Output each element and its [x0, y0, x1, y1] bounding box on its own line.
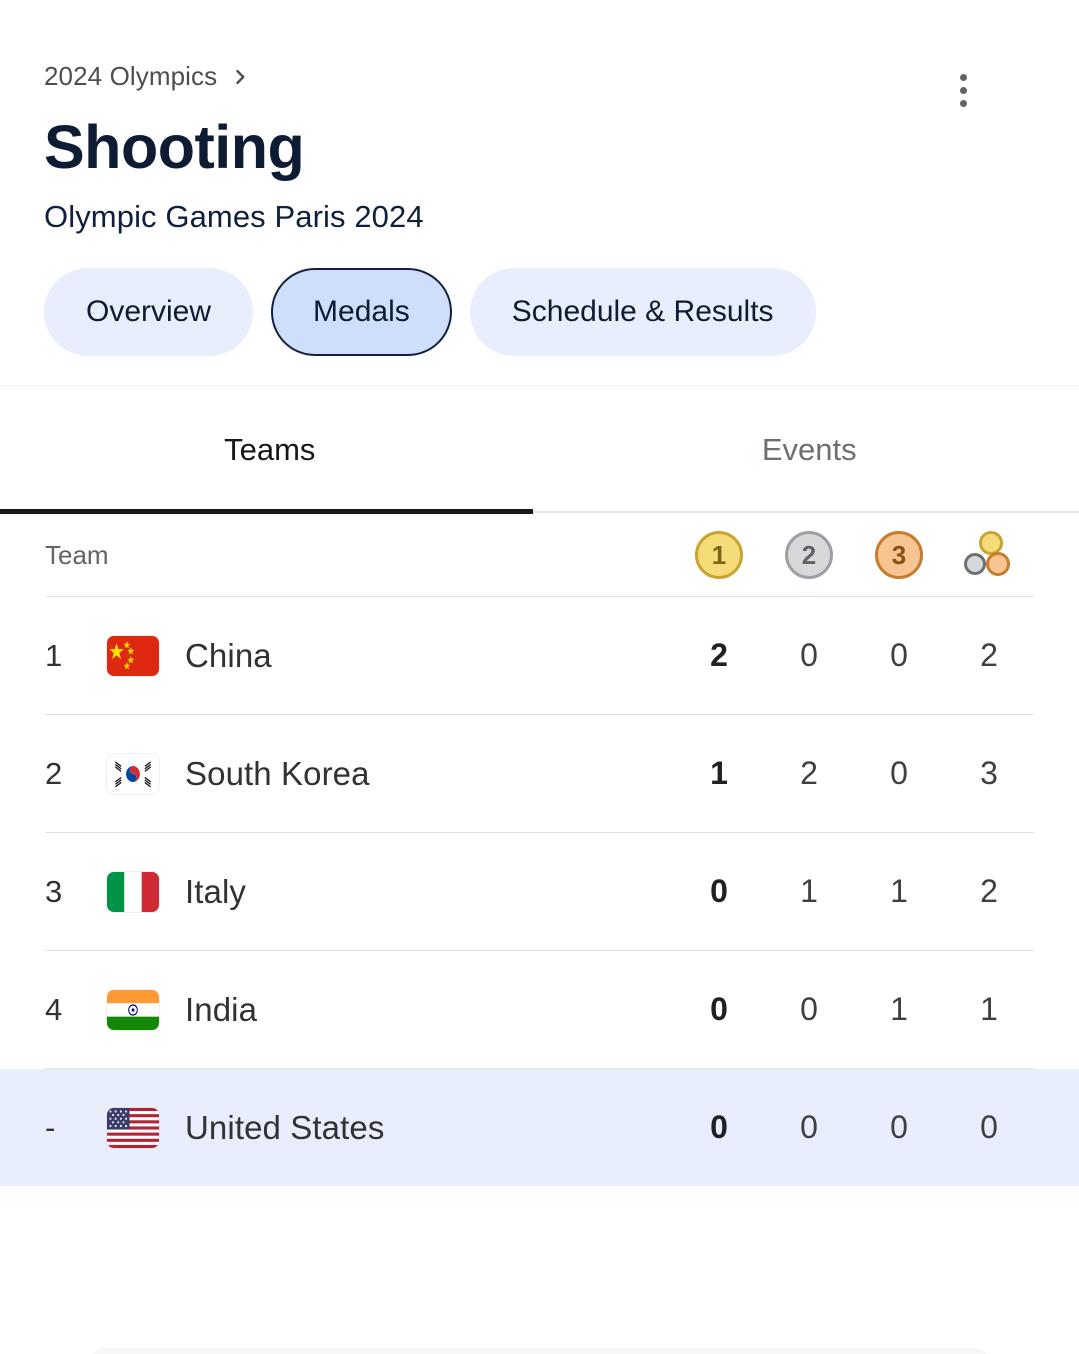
row-team-name: China: [185, 636, 272, 674]
row-team-name: South Korea: [185, 754, 370, 792]
chip-label: Schedule & Results: [511, 295, 774, 328]
page-root: 2024 Olympics Shooting Olympic Games Par…: [0, 0, 1079, 1354]
tab-label: Events: [761, 432, 857, 467]
chip-label: Overview: [86, 295, 212, 328]
row-total: 3: [980, 755, 998, 791]
row-gold: 0: [710, 991, 728, 1027]
page-title: Shooting: [44, 113, 305, 181]
row-bronze: 0: [890, 1109, 908, 1145]
column-header-silver[interactable]: 2: [764, 531, 854, 579]
row-gold: 1: [710, 755, 728, 791]
silver-medal-label: 2: [801, 539, 817, 570]
row-rank: -: [45, 1109, 56, 1145]
bronze-medal-label: 3: [891, 539, 907, 570]
flag-united-states: [107, 1107, 159, 1148]
breadcrumb[interactable]: 2024 Olympics: [44, 58, 1035, 94]
row-bronze: 0: [890, 637, 908, 673]
chevron-right-icon: [231, 68, 249, 86]
column-header-total[interactable]: [944, 531, 1034, 579]
row-gold: 2: [710, 637, 728, 673]
flag-india: [107, 989, 159, 1030]
page-subtitle: Olympic Games Paris 2024: [44, 199, 424, 234]
table-row[interactable]: 4 India 0 0 1 1: [0, 951, 1079, 1068]
row-total: 2: [980, 637, 998, 673]
row-rank: 3: [45, 873, 63, 909]
table-header-row: Team 1 2 3: [0, 514, 1079, 596]
chip-schedule-results[interactable]: Schedule & Results: [469, 268, 816, 356]
row-total: 2: [980, 873, 998, 909]
breadcrumb-label: 2024 Olympics: [44, 60, 218, 91]
table-row[interactable]: - United States 0 0 0 0: [0, 1069, 1079, 1186]
row-total: 1: [980, 991, 998, 1027]
total-medals-icon: [964, 531, 1014, 579]
chip-bar: Overview Medals Schedule & Results: [44, 268, 1035, 385]
more-vert-icon[interactable]: [939, 66, 987, 114]
row-rank: 1: [45, 637, 63, 673]
chip-medals[interactable]: Medals: [271, 268, 452, 356]
row-silver: 0: [800, 1109, 818, 1145]
table-row[interactable]: 1 China 2 0 0 2: [0, 597, 1079, 714]
row-silver: 2: [800, 755, 818, 791]
more-dot: [959, 86, 967, 94]
chip-overview[interactable]: Overview: [44, 268, 254, 356]
row-team-name: India: [185, 990, 258, 1028]
gold-medal-icon: 1: [695, 531, 743, 579]
row-silver: 1: [800, 873, 818, 909]
column-header-bronze[interactable]: 3: [854, 531, 944, 579]
flag-china: [107, 635, 159, 676]
medal-table: Team 1 2 3 1 China 2 0 0 2 2 South Korea…: [0, 514, 1079, 1186]
row-rank: 2: [45, 755, 63, 791]
row-bronze: 0: [890, 755, 908, 791]
tab-teams[interactable]: Teams: [0, 386, 540, 514]
table-row[interactable]: 2 South Korea 1 2 0 3: [0, 715, 1079, 832]
row-team-name: United States: [185, 1108, 385, 1146]
flag-italy: [107, 871, 159, 912]
row-silver: 0: [800, 637, 818, 673]
total-bronze-dot: [986, 552, 1010, 576]
bronze-medal-icon: 3: [875, 531, 923, 579]
silver-medal-icon: 2: [785, 531, 833, 579]
row-gold: 0: [710, 1109, 728, 1145]
column-header-gold[interactable]: 1: [674, 531, 764, 579]
chip-label: Medals: [313, 295, 410, 328]
tab-active-underline: [0, 509, 533, 514]
more-dot: [959, 73, 967, 81]
table-row[interactable]: 3 Italy 0 1 1 2: [0, 833, 1079, 950]
next-card-peek: [88, 1348, 991, 1354]
total-silver-dot: [964, 553, 986, 575]
gold-medal-label: 1: [711, 539, 727, 570]
tab-events[interactable]: Events: [540, 386, 1079, 514]
row-gold: 0: [710, 873, 728, 909]
row-silver: 0: [800, 991, 818, 1027]
column-header-team: Team: [45, 539, 109, 570]
row-rank: 4: [45, 991, 63, 1027]
row-total: 0: [980, 1109, 998, 1145]
row-bronze: 1: [890, 873, 908, 909]
more-dot: [959, 99, 967, 107]
flag-south-korea: [107, 753, 159, 794]
page-header: 2024 Olympics Shooting Olympic Games Par…: [0, 0, 1079, 385]
tab-label: Teams: [224, 432, 316, 467]
tab-bar: Teams Events: [0, 386, 1079, 514]
row-bronze: 1: [890, 991, 908, 1027]
row-team-name: Italy: [185, 872, 247, 910]
